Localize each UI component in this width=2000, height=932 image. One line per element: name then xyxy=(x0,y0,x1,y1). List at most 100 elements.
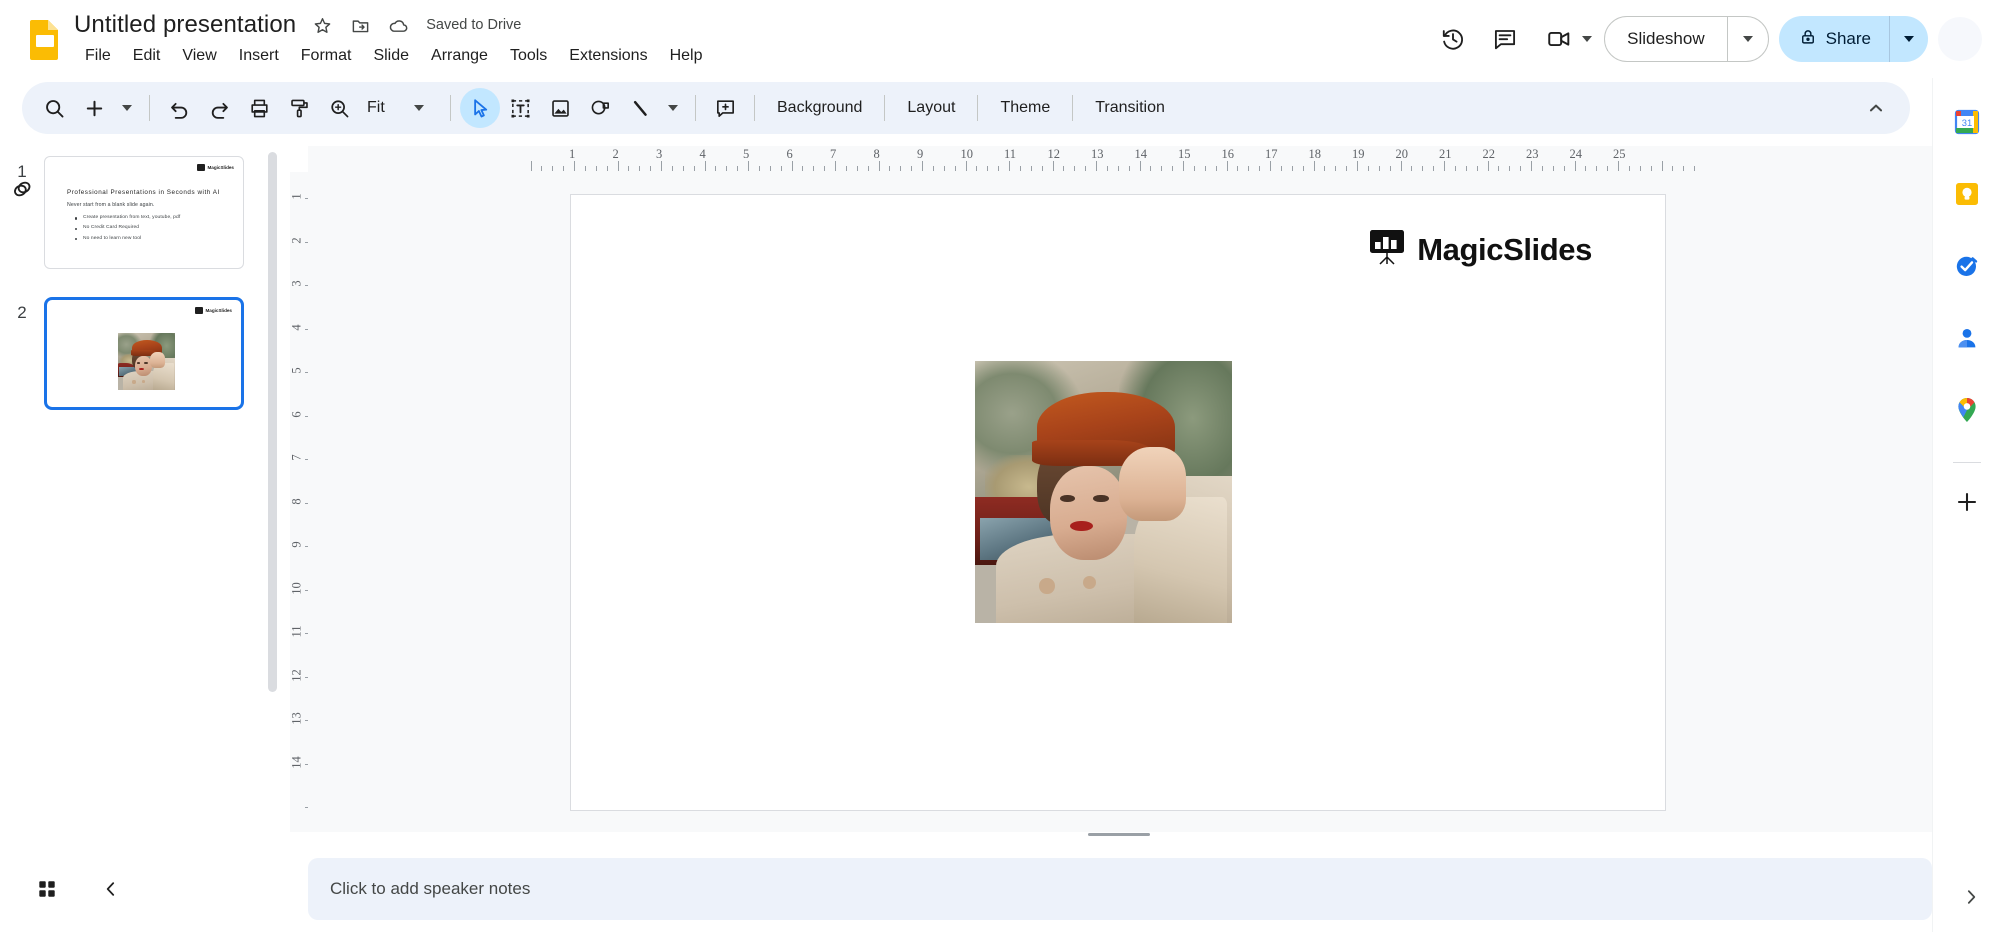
thumb-logo-label: MagicSlides xyxy=(207,165,234,170)
ruler-tick xyxy=(791,161,793,171)
hide-filmstrip-chevron-left-icon[interactable] xyxy=(90,868,132,910)
transition-indicator-icon[interactable] xyxy=(10,176,36,202)
menu-format[interactable]: Format xyxy=(290,44,363,68)
redo-icon[interactable] xyxy=(199,88,239,128)
slide-image[interactable] xyxy=(975,361,1232,623)
ruler-minor-tick xyxy=(1019,166,1021,171)
svg-text:31: 31 xyxy=(1962,117,1972,128)
ruler-label: 10 xyxy=(290,581,304,595)
meet-chevron-down-icon[interactable] xyxy=(1582,36,1593,42)
slide-thumbnail-1[interactable]: MagicSlides Professional Presentations i… xyxy=(44,156,244,269)
layout-button[interactable]: Layout xyxy=(894,92,968,124)
share-button[interactable]: Share xyxy=(1778,16,1928,62)
ruler-label: 5 xyxy=(743,147,750,161)
text-box-icon[interactable] xyxy=(500,88,540,128)
zoom-chevron-down-icon[interactable] xyxy=(397,105,441,111)
google-meet-icon[interactable] xyxy=(1538,18,1580,60)
current-slide-canvas[interactable]: MagicSlides xyxy=(570,194,1666,811)
menu-tools[interactable]: Tools xyxy=(499,44,558,68)
google-tasks-icon[interactable] xyxy=(1947,246,1987,286)
print-icon[interactable] xyxy=(239,88,279,128)
speaker-notes-placeholder: Click to add speaker notes xyxy=(330,879,531,898)
menu-file[interactable]: File xyxy=(74,44,122,68)
ruler-minor-tick xyxy=(1378,166,1380,171)
move-to-folder-icon[interactable] xyxy=(348,13,372,37)
google-calendar-icon[interactable]: 31 xyxy=(1947,102,1987,142)
magicslides-easel-icon xyxy=(197,164,206,171)
ruler-minor-tick xyxy=(1541,166,1543,171)
search-icon[interactable] xyxy=(34,88,74,128)
thumb-magicslides-logo: MagicSlides xyxy=(195,307,232,314)
menu-insert[interactable]: Insert xyxy=(228,44,290,68)
zoom-icon[interactable] xyxy=(319,88,359,128)
filmstrip-slide-1[interactable]: 1 MagicSlides Professional Presentations… xyxy=(0,150,282,269)
menu-arrange[interactable]: Arrange xyxy=(420,44,499,68)
slideshow-label[interactable]: Slideshow xyxy=(1605,17,1727,61)
collapse-toolbar-chevron-up-icon[interactable] xyxy=(1854,88,1898,128)
background-button[interactable]: Background xyxy=(764,92,875,124)
ruler-minor-tick xyxy=(1520,166,1522,171)
slide-filmstrip[interactable]: 1 MagicSlides Professional Presentations… xyxy=(0,146,282,832)
menu-view[interactable]: View xyxy=(171,44,227,68)
filmstrip-slide-2[interactable]: 2 MagicSlides xyxy=(0,291,282,410)
ruler-minor-tick xyxy=(802,166,804,171)
thumb-slide-image xyxy=(118,333,175,390)
transition-button[interactable]: Transition xyxy=(1082,92,1178,124)
select-cursor-icon[interactable] xyxy=(460,88,500,128)
comment-history-icon[interactable] xyxy=(1484,18,1526,60)
ruler-label: 11 xyxy=(1004,147,1017,161)
slideshow-options-button[interactable] xyxy=(1728,17,1768,61)
new-slide-icon[interactable] xyxy=(74,88,114,128)
new-slide-chevron-down-icon[interactable] xyxy=(114,88,140,128)
paint-format-icon[interactable] xyxy=(279,88,319,128)
line-icon[interactable] xyxy=(620,88,660,128)
ruler-minor-tick xyxy=(1672,166,1674,171)
horizontal-ruler[interactable]: 1 2 3 4 5 6 7 8 9 10 11 12 13 14 15 16 17 18 19 20 21 22 23 24 2… xyxy=(308,146,1932,172)
insert-image-icon[interactable] xyxy=(540,88,580,128)
ruler-label: 14 xyxy=(290,755,304,769)
share-options-button[interactable] xyxy=(1890,16,1928,62)
ruler-minor-tick xyxy=(824,166,826,171)
google-maps-icon[interactable] xyxy=(1947,390,1987,430)
menu-edit[interactable]: Edit xyxy=(122,44,172,68)
line-chevron-down-icon[interactable] xyxy=(660,88,686,128)
add-on-plus-icon[interactable] xyxy=(1947,482,1987,522)
google-keep-icon[interactable] xyxy=(1947,174,1987,214)
slide-thumbnail-2[interactable]: MagicSlides xyxy=(44,297,244,410)
ruler-minor-tick xyxy=(639,166,641,171)
show-side-panel-chevron-right-icon[interactable] xyxy=(1952,878,1990,916)
thumb-bullet: Create presentation from text, youtube, … xyxy=(75,215,180,220)
page-title[interactable]: Untitled presentation xyxy=(74,11,296,39)
shape-icon[interactable] xyxy=(580,88,620,128)
filmstrip-grid-view-icon[interactable] xyxy=(26,868,68,910)
zoom-level-label[interactable]: Fit xyxy=(359,99,397,117)
ruler-label: 14 xyxy=(1134,147,1148,161)
menu-slide[interactable]: Slide xyxy=(362,44,420,68)
menu-extensions[interactable]: Extensions xyxy=(558,44,658,68)
share-main[interactable]: Share xyxy=(1779,16,1889,62)
notes-resize-grip[interactable] xyxy=(1088,833,1150,836)
speaker-notes-field[interactable]: Click to add speaker notes xyxy=(308,858,1932,920)
share-chevron-down-icon xyxy=(1904,36,1914,42)
ruler-tick xyxy=(1183,161,1184,171)
ruler-minor-tick xyxy=(758,166,760,171)
comment-icon[interactable] xyxy=(705,88,745,128)
saved-cloud-icon[interactable] xyxy=(386,13,410,37)
avatar[interactable] xyxy=(1938,17,1982,61)
version-history-icon[interactable] xyxy=(1432,18,1474,60)
filmstrip-scrollbar[interactable] xyxy=(268,152,277,692)
google-contacts-icon[interactable] xyxy=(1947,318,1987,358)
ruler-minor-tick xyxy=(1117,166,1119,171)
ruler-minor-tick xyxy=(1607,166,1609,171)
ruler-minor-tick xyxy=(780,166,782,171)
undo-icon[interactable] xyxy=(159,88,199,128)
star-icon[interactable] xyxy=(310,13,334,37)
slideshow-button[interactable]: Slideshow xyxy=(1604,16,1769,62)
theme-button[interactable]: Theme xyxy=(987,92,1063,124)
ruler-minor-tick xyxy=(595,166,597,171)
google-meet-button[interactable] xyxy=(1536,18,1594,60)
thumb-logo-label: MagicSlides xyxy=(205,308,232,313)
menu-help[interactable]: Help xyxy=(659,44,714,68)
editing-canvas-area[interactable]: MagicSlides xyxy=(308,172,1932,832)
ruler-minor-tick xyxy=(1106,166,1108,171)
